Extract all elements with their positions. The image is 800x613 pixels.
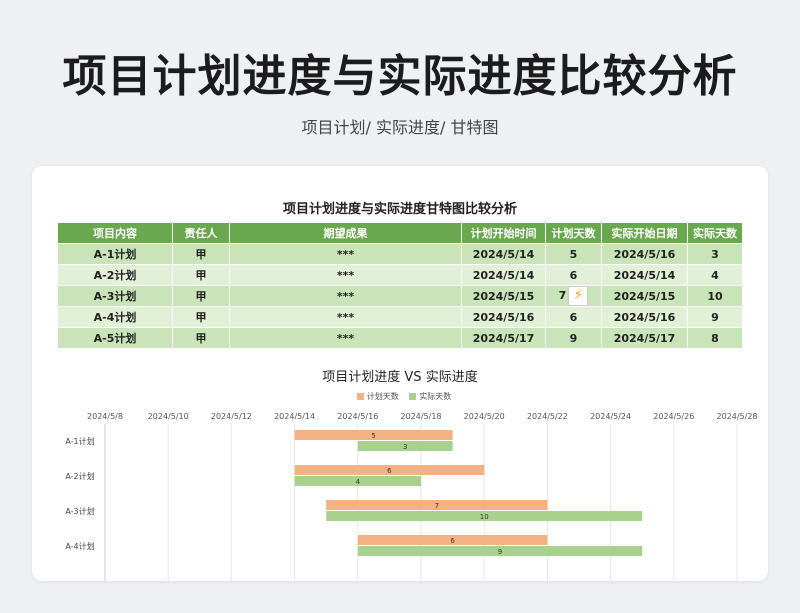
table-cell: 3 — [687, 243, 743, 265]
category-label: A-4计划 — [65, 541, 94, 551]
table-cell: 甲 — [172, 327, 230, 349]
table-cell: 10 — [687, 285, 743, 307]
bar-value-label: 4 — [356, 478, 361, 486]
table-cell: 6 — [545, 264, 602, 286]
table-cell: 6 — [545, 306, 602, 328]
x-tick-label: 2024/5/26 — [653, 412, 694, 421]
content-card: 项目计划进度与实际进度甘特图比较分析 项目内容 责任人 期望成果 计划开始时间 计划天数… — [32, 166, 768, 581]
table-cell: 7 ⚡ — [545, 285, 602, 307]
table-cell: 2024/5/14 — [461, 264, 546, 286]
bar-value-label: 5 — [371, 432, 375, 440]
column-header: 计划开始时间 — [461, 222, 546, 244]
bar-value-label: 3 — [403, 443, 407, 451]
table-cell: 甲 — [172, 264, 230, 286]
table-cell: 2024/5/17 — [601, 327, 688, 349]
table-cell: 2024/5/14 — [461, 243, 546, 265]
table-row: A-1计划甲 *** 2024/5/14 5 2024/5/16 3 — [57, 243, 743, 265]
table-cell: *** — [229, 306, 462, 328]
table-body: A-1计划甲 *** 2024/5/14 5 2024/5/16 3 A-2计划甲 *** 20… — [57, 243, 743, 349]
column-header: 责任人 — [172, 222, 230, 244]
category-label: A-2计划 — [65, 471, 94, 481]
table-cell: 2024/5/15 — [601, 285, 688, 307]
legend-swatch-actual — [409, 393, 417, 400]
page-title: 项目计划进度与实际进度比较分析 — [62, 51, 738, 102]
column-header: 期望成果 — [229, 222, 462, 244]
table-cell: 2024/5/17 — [461, 327, 546, 349]
table-cell: *** — [229, 243, 462, 265]
bar-value-label: 10 — [480, 513, 489, 521]
category-label: A-3计划 — [65, 506, 94, 516]
gantt-chart: 2024/5/8 2024/5/10 2024/5/12 2024/5/14 2024/… — [65, 412, 758, 581]
table-cell: A-2计划 — [57, 264, 173, 286]
column-header: 计划天数 — [545, 222, 602, 244]
table-cell: 8 — [687, 327, 743, 349]
table-cell: 2024/5/16 — [461, 306, 546, 328]
table-row: A-3计划甲 *** 2024/5/15 7 ⚡ 2024/5/15 10 — [57, 285, 743, 307]
column-header: 实际天数 — [687, 222, 743, 244]
table-cell: 5 — [545, 243, 602, 265]
table-cell: 2024/5/16 — [601, 306, 688, 328]
table-cell: *** — [229, 264, 462, 286]
lightning-icon[interactable]: ⚡ — [568, 286, 589, 306]
table-row: A-2计划甲 *** 2024/5/14 6 2024/5/14 4 — [57, 264, 743, 286]
bar-value-label: 6 — [387, 467, 392, 475]
table-cell: 2024/5/16 — [601, 243, 688, 265]
x-tick-label: 2024/5/14 — [274, 412, 315, 421]
page-subtitle: 项目计划/ 实际进度/ 甘特图 — [301, 118, 499, 137]
table-cell: 9 — [545, 327, 602, 349]
table-row: A-5计划甲 *** 2024/5/17 9 2024/5/17 8 — [57, 327, 743, 349]
table-header-row: 项目内容 责任人 期望成果 计划开始时间 计划天数 实际开始日期 实际天数 — [57, 222, 743, 244]
category-label: A-1计划 — [65, 436, 94, 446]
table-cell: 甲 — [172, 306, 230, 328]
table-cell: 甲 — [172, 285, 230, 307]
table-cell: 9 — [687, 306, 743, 328]
x-tick-label: 2024/5/10 — [148, 412, 189, 421]
table-cell: 2024/5/15 — [461, 285, 546, 307]
x-tick-label: 2024/5/8 — [87, 412, 123, 421]
x-tick-label: 2024/5/12 — [211, 412, 252, 421]
x-tick-label: 2024/5/18 — [400, 412, 441, 421]
bar-value-label: 9 — [498, 548, 502, 556]
column-header: 项目内容 — [57, 222, 173, 244]
legend-swatch-planned — [356, 393, 364, 400]
column-header: 实际开始日期 — [601, 222, 688, 244]
x-tick-label: 2024/5/24 — [590, 412, 631, 421]
table-cell: A-4计划 — [57, 306, 173, 328]
table-cell: A-1计划 — [57, 243, 173, 265]
table-cell: *** — [229, 285, 462, 307]
table-cell: A-3计划 — [57, 285, 173, 307]
plan-table: 项目内容 责任人 期望成果 计划开始时间 计划天数 实际开始日期 实际天数 A-1计划甲 **… — [57, 222, 743, 349]
table-cell: 4 — [687, 264, 743, 286]
x-tick-label: 2024/5/28 — [716, 412, 757, 421]
table-cell: 2024/5/14 — [601, 264, 688, 286]
table-title: 项目计划进度与实际进度甘特图比较分析 — [282, 202, 517, 217]
table-cell: A-5计划 — [57, 327, 173, 349]
x-tick-label: 2024/5/22 — [527, 412, 568, 421]
bar-value-label: 7 — [435, 502, 439, 510]
table-row: A-4计划甲 *** 2024/5/16 6 2024/5/16 9 — [57, 306, 743, 328]
chart-title: 项目计划进度 VS 实际进度 — [322, 370, 478, 385]
legend-label-planned: 计划天数 — [366, 392, 399, 401]
chart-legend: 计划天数 实际天数 — [32, 391, 768, 402]
table-cell: 甲 — [172, 243, 230, 265]
table-cell: *** — [229, 327, 462, 349]
bar-value-label: 6 — [450, 537, 455, 545]
x-tick-label: 2024/5/20 — [464, 412, 505, 421]
legend-label-actual: 实际天数 — [419, 392, 452, 401]
x-tick-label: 2024/5/16 — [337, 412, 378, 421]
